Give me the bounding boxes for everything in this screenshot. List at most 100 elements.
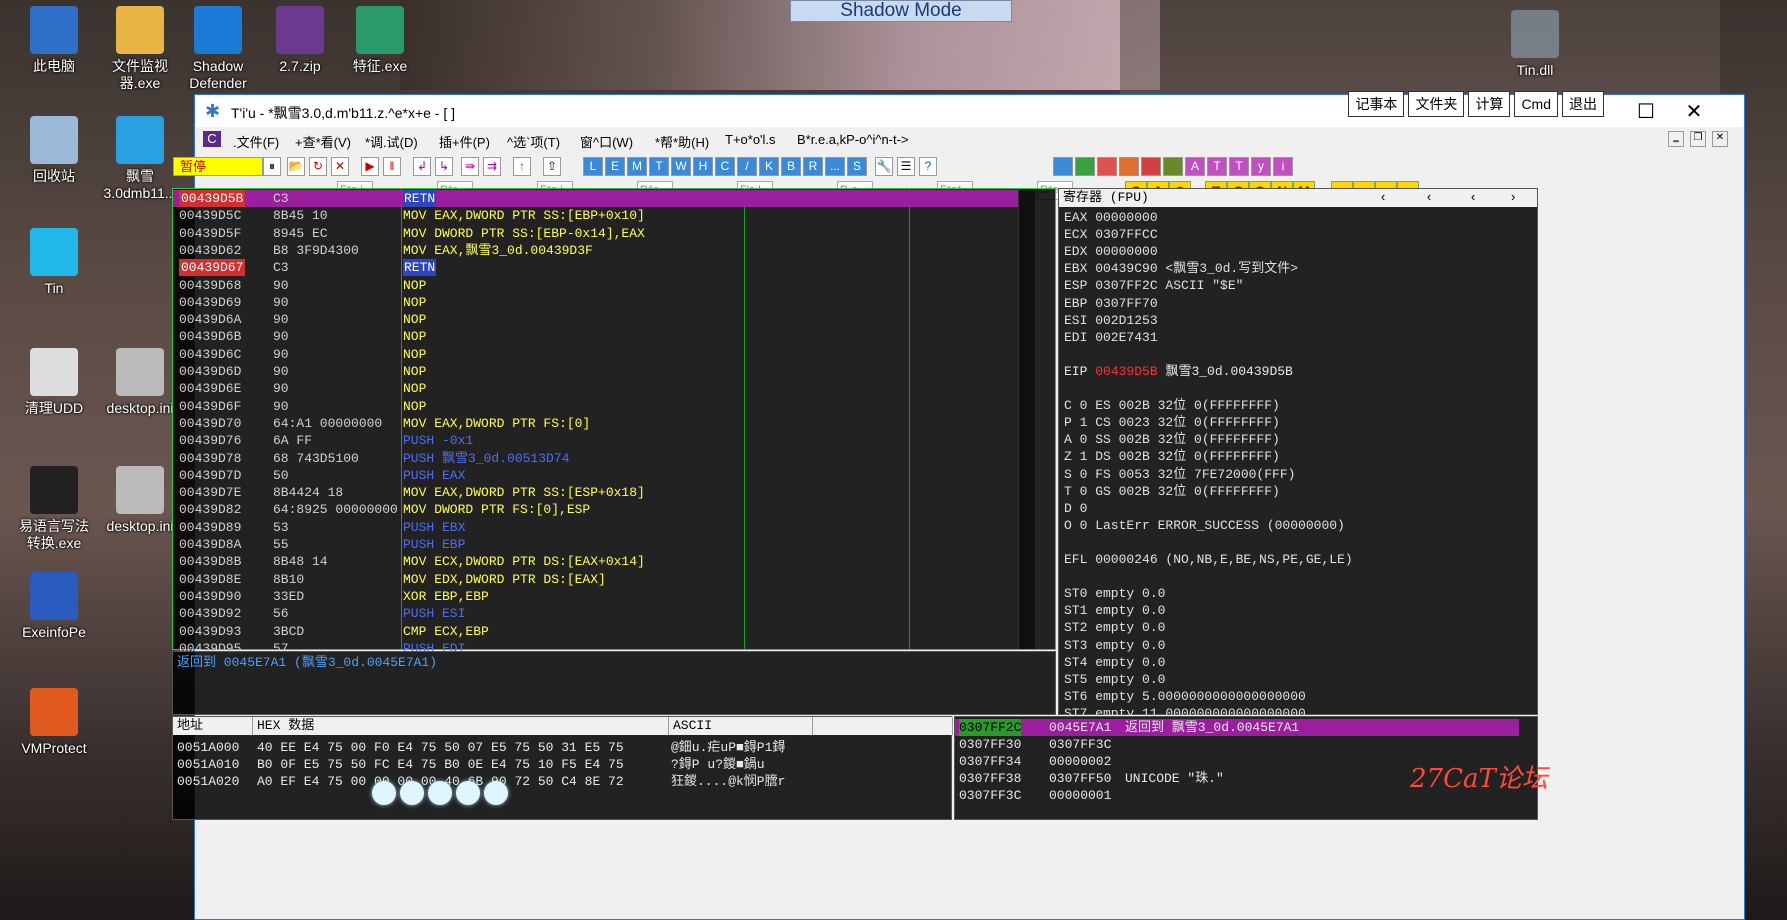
register-line[interactable]: O 0 LastErr ERROR_SUCCESS (00000000) [1064, 517, 1345, 534]
disassembly-pane[interactable]: 00439D5B C3 RETN 00439D5C 8B45 10 MOV EAX,DWO… [172, 188, 1056, 656]
disasm-row[interactable]: 00439D5B C3 RETN [173, 190, 1021, 208]
disasm-row[interactable]: 00439D5F 8945 EC MOV DWORD PTR SS:[EBP-0x1… [173, 225, 1021, 242]
restart-icon[interactable]: ↻ [309, 157, 327, 176]
disasm-row[interactable]: 00439D70 64:A1 00000000 MOV EAX,DWORD PTR … [173, 415, 1021, 432]
disasm-row[interactable]: 00439D68 90 NOP [173, 277, 1021, 294]
disasm-row[interactable]: 00439D76 6A FF PUSH -0x1 [173, 432, 1021, 449]
plugin-icon[interactable] [1141, 157, 1161, 176]
menu-view[interactable]: +查*看(V) [295, 132, 351, 151]
register-line[interactable]: Z 1 DS 002B 32位 0(FFFFFFFF) [1064, 448, 1280, 465]
title-bar[interactable]: ✱ T'i'u - *飘雪3.0,d.m'b11.z.^e*x+e - [ ] … [195, 91, 1744, 127]
disasm-row[interactable]: 00439D7D 50 PUSH EAX [173, 467, 1021, 484]
menu-file[interactable]: .文件(F) [233, 132, 279, 151]
close-icon[interactable]: ✕ [1674, 99, 1714, 124]
plugin-icon[interactable] [1163, 157, 1183, 176]
trace-into-icon[interactable]: ⇛ [461, 157, 479, 176]
register-line[interactable]: ECX 0307FFCC [1064, 226, 1158, 243]
register-line[interactable]: ST4 empty 0.0 [1064, 654, 1165, 671]
register-line[interactable]: EIP 00439D5B 飘雪3_0d.00439D5B [1064, 363, 1293, 380]
register-line[interactable]: ESP 0307FF2C ASCII "$E" [1064, 277, 1243, 294]
register-line[interactable]: C 0 ES 002B 32位 0(FFFFFFFF) [1064, 397, 1280, 414]
disasm-row[interactable]: 00439D8A 55 PUSH EBP [173, 536, 1021, 553]
desktop-icon[interactable]: ExeinfoPe [14, 572, 94, 641]
window-button[interactable]: T [649, 157, 669, 176]
step-into-icon[interactable]: ↲ [413, 157, 431, 176]
window-button[interactable]: ... [825, 157, 845, 176]
stack-row[interactable]: 0307FF30 0307FF3C [955, 736, 1519, 753]
register-line[interactable]: ESI 002D1253 [1064, 312, 1158, 329]
desktop-icon[interactable]: VMProtect [14, 688, 94, 757]
disasm-row[interactable]: 00439D89 53 PUSH EBX [173, 519, 1021, 536]
window-button[interactable]: W [671, 157, 691, 176]
settings-icon[interactable]: 🔧 [875, 157, 893, 176]
desktop-icon[interactable]: 文件监视器.exe [100, 6, 180, 92]
plugin-button[interactable]: A [1185, 157, 1205, 176]
window-button[interactable]: K [759, 157, 779, 176]
mdi-restore-icon[interactable]: ❐ [1690, 131, 1706, 147]
disasm-row[interactable]: 00439D93 3BCD CMP ECX,EBP [173, 623, 1021, 640]
register-line[interactable]: D 0 [1064, 500, 1087, 517]
step-over-icon[interactable]: ↳ [435, 157, 453, 176]
register-line[interactable]: P 1 CS 0023 32位 0(FFFFFFFF) [1064, 414, 1280, 431]
execute-till-return-icon[interactable]: ↑ [513, 157, 531, 176]
exit-button[interactable]: 退出 [1562, 91, 1604, 117]
reg-prev2-icon[interactable]: ‹ [1425, 189, 1433, 207]
registers-pane[interactable]: 寄存器 (FPU) ‹ ‹ ‹ › EAX 00000000 ECX 0307FF… [1058, 188, 1538, 738]
menu-breakpoint[interactable]: B*r.e.a,kP-o^i^n-t-> [797, 132, 909, 147]
window-button[interactable]: R [803, 157, 823, 176]
run-icon[interactable]: ▶ [361, 157, 379, 176]
register-line[interactable]: S 0 FS 0053 32位 7FE72000(FFF) [1064, 466, 1295, 483]
menu-plugins[interactable]: 插+件(P) [439, 132, 490, 151]
register-line[interactable]: ST6 empty 5.0000000000000000000 [1064, 688, 1306, 705]
disasm-row[interactable]: 00439D6C 90 NOP [173, 346, 1021, 363]
register-line[interactable]: ST1 empty 0.0 [1064, 602, 1165, 619]
window-button[interactable]: E [605, 157, 625, 176]
disasm-row[interactable]: 00439D8B 8B48 14 MOV ECX,DWORD PTR DS:[EAX… [173, 553, 1021, 570]
disasm-row[interactable]: 00439D8E 8B10 MOV EDX,DWORD PTR DS:[EAX] [173, 571, 1021, 588]
disasm-row[interactable]: 00439D62 B8 3F9D4300 MOV EAX,飘雪3_0d.00439D… [173, 242, 1021, 259]
disasm-row[interactable]: 00439D92 56 PUSH ESI [173, 605, 1021, 622]
cmd-button[interactable]: Cmd [1514, 91, 1558, 117]
window-button[interactable]: / [737, 157, 757, 176]
list-icon[interactable]: ☰ [897, 157, 915, 176]
maximize-icon[interactable]: ☐ [1626, 99, 1666, 124]
disassembly-scrollbar[interactable] [1018, 189, 1035, 649]
register-line[interactable]: ST2 empty 0.0 [1064, 619, 1165, 636]
desktop-icon[interactable]: 飘雪 3.0dmb11... [100, 116, 180, 202]
register-line[interactable]: A 0 SS 002B 32位 0(FFFFFFFF) [1064, 431, 1280, 448]
desktop-icon[interactable]: desktop.ini [100, 348, 180, 417]
register-line[interactable]: EBP 0307FF70 [1064, 295, 1158, 312]
disasm-row[interactable]: 00439D7E 8B4424 18 MOV EAX,DWORD PTR SS:[E… [173, 484, 1021, 501]
desktop-icon[interactable]: 清理UDD [14, 348, 94, 417]
disasm-row[interactable]: 00439D6A 90 NOP [173, 311, 1021, 328]
plugin-icon[interactable] [1097, 157, 1117, 176]
window-button[interactable]: C [715, 157, 735, 176]
desktop-icon[interactable]: Shadow Defender [178, 6, 258, 92]
register-line[interactable]: EFL 00000246 (NO,NB,E,BE,NS,PE,GE,LE) [1064, 551, 1353, 568]
register-line[interactable]: ST0 empty 0.0 [1064, 585, 1165, 602]
pause-icon[interactable]: ‖ [383, 157, 401, 176]
register-line[interactable]: ST3 empty 0.0 [1064, 637, 1165, 654]
desktop-icon[interactable]: 2.7.zip [260, 6, 340, 75]
disasm-row[interactable]: 00439D67 C3 RETN [173, 259, 1021, 277]
register-line[interactable]: EDX 00000000 [1064, 243, 1158, 260]
plugin-icon[interactable] [1053, 157, 1073, 176]
reg-prev-icon[interactable]: ‹ [1379, 189, 1387, 207]
register-line[interactable]: EBX 00439C90 <飘雪3_0d.写到文件> [1064, 260, 1298, 277]
register-line[interactable]: EAX 00000000 [1064, 209, 1158, 226]
disasm-row[interactable]: 00439D82 64:8925 00000000 MOV DWORD PTR FS… [173, 501, 1021, 518]
disasm-row[interactable]: 00439D5C 8B45 10 MOV EAX,DWORD PTR SS:[EBP… [173, 207, 1021, 224]
disasm-row[interactable]: 00439D78 68 743D5100 PUSH 飘雪3_0d.00513D74 [173, 450, 1021, 467]
register-line[interactable]: T 0 GS 002B 32位 0(FFFFFFFF) [1064, 483, 1280, 500]
disasm-row[interactable]: 00439D6F 90 NOP [173, 398, 1021, 415]
desktop-icon[interactable]: 特征.exe [340, 6, 420, 75]
desktop-icon[interactable]: 易语言写法转换.exe [14, 466, 94, 552]
menu-options[interactable]: ^选`项(T) [507, 132, 560, 151]
help-icon[interactable]: ? [919, 157, 937, 176]
mdi-close-icon[interactable]: ✕ [1712, 131, 1728, 147]
reg-prev3-icon[interactable]: ‹ [1469, 189, 1477, 207]
window-button[interactable]: L [583, 157, 603, 176]
close-debug-icon[interactable]: ✕ [331, 157, 349, 176]
disasm-row[interactable]: 00439D6D 90 NOP [173, 363, 1021, 380]
notepad-button[interactable]: 记事本 [1348, 91, 1405, 117]
